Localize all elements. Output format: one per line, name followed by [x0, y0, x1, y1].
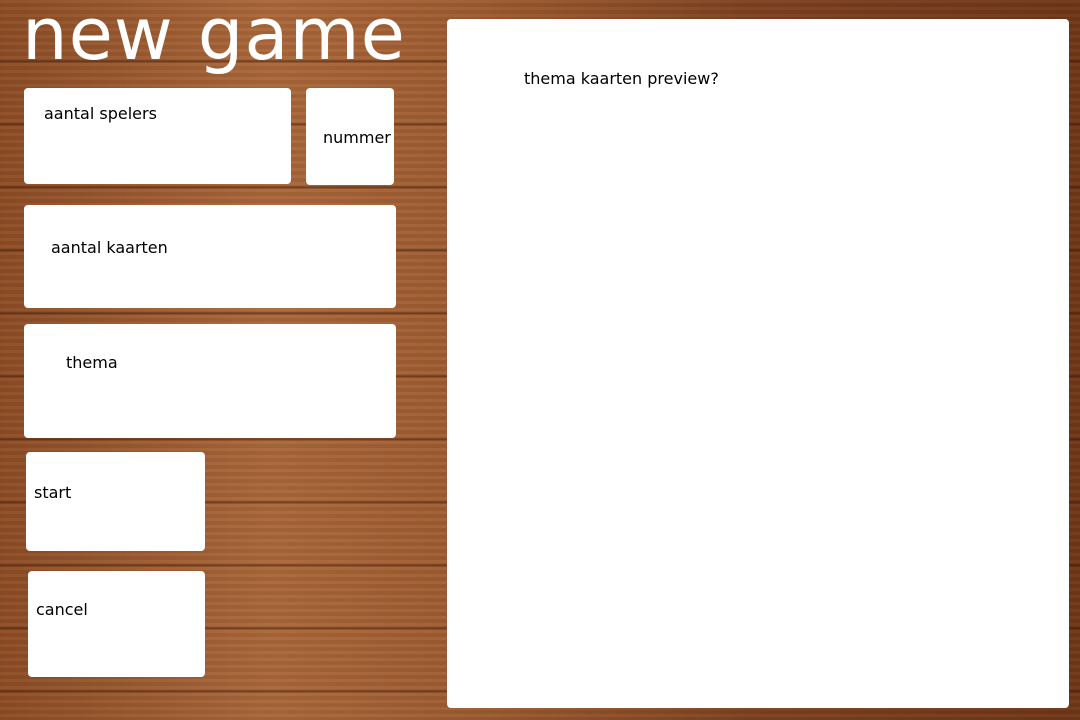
cancel-button[interactable]: cancel: [28, 571, 205, 677]
number-field[interactable]: nummer: [306, 88, 394, 185]
start-label: start: [34, 483, 72, 502]
players-field[interactable]: aantal spelers: [24, 88, 291, 184]
cards-field[interactable]: aantal kaarten: [24, 205, 396, 308]
cancel-label: cancel: [36, 600, 88, 619]
theme-preview-panel: thema kaarten preview?: [447, 19, 1069, 708]
theme-field[interactable]: thema: [24, 324, 396, 438]
start-button[interactable]: start: [26, 452, 205, 551]
cards-label: aantal kaarten: [51, 238, 168, 257]
preview-label: thema kaarten preview?: [524, 69, 719, 88]
page-title: new game: [22, 0, 406, 76]
number-label: nummer: [323, 128, 391, 147]
theme-label: thema: [66, 353, 118, 372]
players-label: aantal spelers: [44, 104, 157, 123]
